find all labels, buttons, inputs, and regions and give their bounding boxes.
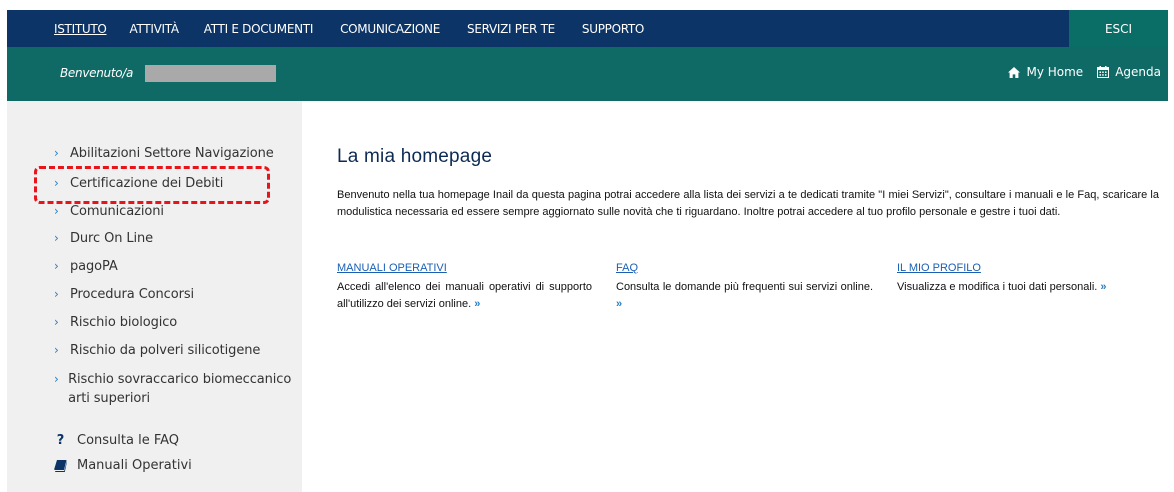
- faq-column: FAQ Consulta le domande più frequenti su…: [616, 262, 873, 312]
- my-home-label: My Home: [1026, 65, 1084, 79]
- sidebar-item-abilitazioni[interactable]: › Abilitazioni Settore Navigazione: [54, 144, 274, 163]
- sidebar-item-label: pagoPA: [70, 259, 118, 274]
- sidebar-item-rischio-biologico[interactable]: › Rischio biologico: [54, 313, 177, 332]
- welcome-label: Benvenuto/a: [60, 66, 134, 80]
- manuals-description: Accedi all'elenco dei manuali operativi …: [337, 279, 592, 312]
- double-chevron-icon[interactable]: »: [616, 298, 622, 310]
- home-icon: [1008, 66, 1021, 78]
- welcome-bar: Benvenuto/a My Home Agenda: [7, 47, 1168, 101]
- manuals-title-link[interactable]: MANUALI OPERATIVI: [337, 262, 592, 274]
- logout-button[interactable]: ESCI: [1069, 10, 1168, 47]
- faq-description-text: Consulta le domande più frequenti sui se…: [616, 281, 873, 293]
- double-chevron-icon[interactable]: »: [1100, 281, 1106, 293]
- chevron-right-icon: ›: [54, 343, 59, 357]
- chevron-right-icon: ›: [54, 287, 59, 301]
- manuals-column: MANUALI OPERATIVI Accedi all'elenco dei …: [337, 262, 592, 312]
- profile-title-link[interactable]: IL MIO PROFILO: [897, 262, 1167, 274]
- main-menu: ISTITUTO ATTIVITÀ ATTI E DOCUMENTI COMUN…: [7, 10, 644, 47]
- profile-description-text: Visualizza e modifica i tuoi dati person…: [897, 281, 1098, 293]
- faq-link[interactable]: ? Consulta le FAQ: [54, 431, 179, 450]
- sidebar-item-label: Abilitazioni Settore Navigazione: [70, 146, 274, 161]
- sidebar-item-label: Rischio sovraccarico biomeccanico arti s…: [68, 372, 292, 406]
- sidebar-item-label: Procedura Concorsi: [70, 287, 195, 302]
- nav-item-atti-e-documenti[interactable]: ATTI E DOCUMENTI: [204, 21, 314, 36]
- question-mark-icon: ?: [56, 433, 65, 448]
- sidebar-item-label: Certificazione dei Debiti: [70, 176, 224, 191]
- agenda-link[interactable]: Agenda: [1097, 65, 1161, 79]
- sidebar-item-comunicazioni[interactable]: › Comunicazioni: [54, 202, 164, 221]
- chevron-right-icon: ›: [54, 372, 59, 386]
- double-chevron-icon[interactable]: »: [474, 298, 480, 310]
- sidebar-item-procedura-concorsi[interactable]: › Procedura Concorsi: [54, 285, 194, 304]
- manuals-link[interactable]: Manuali Operativi: [54, 456, 192, 475]
- chevron-right-icon: ›: [54, 315, 59, 329]
- sidebar-item-label: Comunicazioni: [70, 204, 164, 219]
- nav-item-istituto[interactable]: ISTITUTO: [54, 21, 107, 36]
- manuals-label: Manuali Operativi: [77, 458, 192, 473]
- sidebar-item-label: Rischio da polveri silicotigene: [70, 343, 261, 358]
- nav-item-servizi-per-te[interactable]: SERVIZI PER TE: [467, 21, 555, 36]
- redacted-username: [145, 65, 276, 82]
- main-content: La mia homepage Benvenuto nella tua home…: [337, 146, 1159, 310]
- chevron-right-icon: ›: [54, 231, 59, 245]
- calendar-icon: [1097, 66, 1110, 78]
- sidebar-item-rischio-polveri[interactable]: › Rischio da polveri silicotigene: [54, 341, 260, 360]
- chevron-right-icon: ›: [54, 146, 59, 160]
- faq-label: Consulta le FAQ: [77, 433, 180, 448]
- nav-item-supporto[interactable]: SUPPORTO: [582, 21, 644, 36]
- chevron-right-icon: ›: [54, 259, 59, 273]
- top-navigation: ISTITUTO ATTIVITÀ ATTI E DOCUMENTI COMUN…: [7, 10, 1168, 47]
- intro-text: Benvenuto nella tua homepage Inail da qu…: [337, 189, 1159, 218]
- nav-item-comunicazione[interactable]: COMUNICAZIONE: [340, 21, 440, 36]
- nav-item-attivita[interactable]: ATTIVITÀ: [130, 21, 180, 36]
- agenda-label: Agenda: [1115, 65, 1161, 79]
- profile-column: IL MIO PROFILO Visualizza e modifica i t…: [897, 262, 1167, 296]
- sidebar: › Abilitazioni Settore Navigazione › Cer…: [7, 101, 302, 492]
- faq-title-link[interactable]: FAQ: [616, 262, 873, 274]
- book-icon: [54, 459, 67, 472]
- faq-description: Consulta le domande più frequenti sui se…: [616, 279, 873, 312]
- sidebar-item-label: Rischio biologico: [70, 315, 178, 330]
- sidebar-item-certificazione-debiti[interactable]: › Certificazione dei Debiti: [54, 174, 223, 193]
- sidebar-item-label: Durc On Line: [70, 231, 154, 246]
- manuals-description-text: Accedi all'elenco dei manuali operativi …: [337, 281, 592, 310]
- page-title: La mia homepage: [337, 146, 493, 167]
- sidebar-item-durc-on-line[interactable]: › Durc On Line: [54, 229, 153, 248]
- profile-description: Visualizza e modifica i tuoi dati person…: [897, 279, 1167, 296]
- sidebar-item-pagopa[interactable]: › pagoPA: [54, 257, 118, 276]
- quick-links: My Home Agenda: [1008, 65, 1161, 79]
- chevron-right-icon: ›: [54, 176, 59, 190]
- chevron-right-icon: ›: [54, 204, 59, 218]
- my-home-link[interactable]: My Home: [1008, 65, 1083, 79]
- sidebar-item-rischio-sovraccarico[interactable]: › Rischio sovraccarico biomeccanico arti…: [54, 370, 294, 408]
